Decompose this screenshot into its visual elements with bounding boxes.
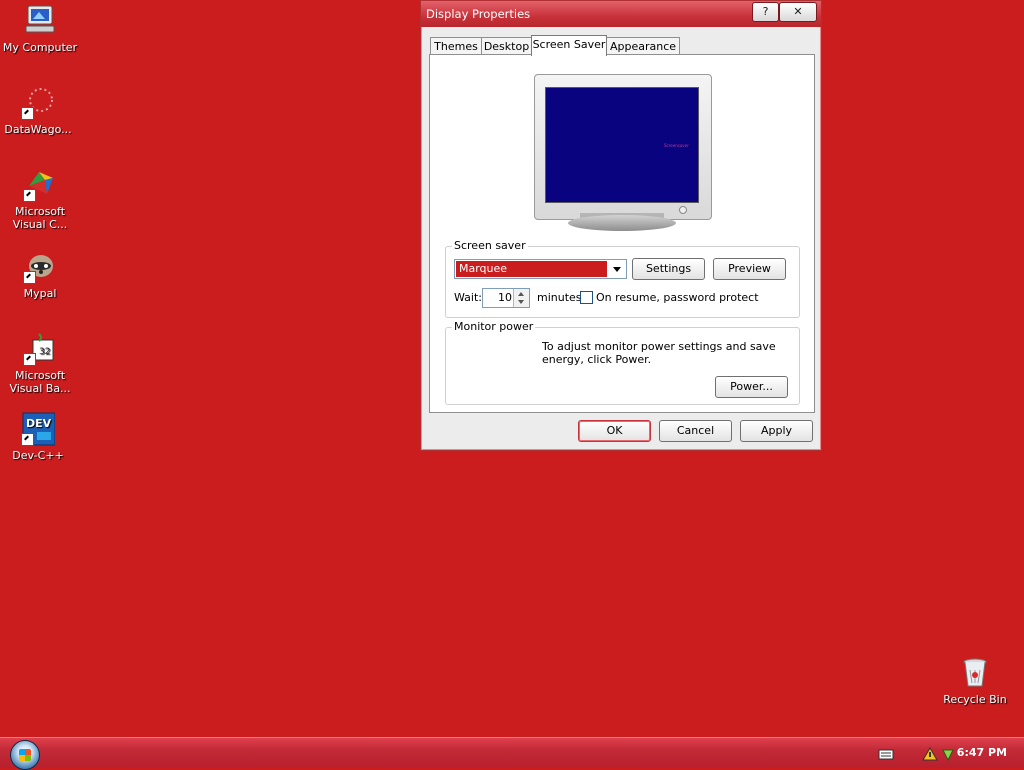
recycle-bin-icon: [958, 656, 992, 690]
screen-saver-panel: Screensaver Screen saver Marquee Setting…: [429, 54, 815, 413]
preview-button[interactable]: Preview: [713, 258, 786, 280]
apply-button[interactable]: Apply: [740, 420, 813, 442]
shortcut-arrow-icon: [21, 107, 34, 120]
svg-text:32: 32: [39, 347, 50, 357]
shortcut-arrow-icon: [21, 433, 34, 446]
tab-appearance[interactable]: Appearance: [606, 37, 680, 55]
desktop-icon-dev-cpp[interactable]: DEV Dev-C++: [0, 412, 76, 462]
desktop-icon-label: Dev-C++: [12, 449, 64, 462]
screen-saver-select[interactable]: Marquee: [454, 259, 627, 279]
desktop-icon-recycle-bin[interactable]: Recycle Bin: [937, 656, 1013, 706]
network-icon[interactable]: [922, 747, 938, 761]
screen-saver-legend: Screen saver: [452, 239, 528, 252]
tab-desktop[interactable]: Desktop: [481, 37, 532, 55]
monitor-power-description: To adjust monitor power settings and sav…: [542, 340, 776, 366]
password-protect-label[interactable]: On resume, password protect: [596, 291, 759, 304]
monitor-stand: [568, 215, 676, 231]
monitor-power-group: Monitor power To adjust monitor power se…: [445, 320, 800, 405]
taskbar: 6:47 PM: [0, 737, 1024, 770]
tab-screen-saver[interactable]: Screen Saver: [531, 35, 607, 56]
taskbar-clock[interactable]: 6:47 PM: [957, 746, 1007, 759]
desktop-icon-label: Microsoft Visual Ba...: [9, 369, 71, 395]
chevron-down-icon[interactable]: [608, 260, 626, 278]
wait-label: Wait:: [454, 291, 482, 304]
settings-button[interactable]: Settings: [632, 258, 705, 280]
desktop-icon-label: DataWago...: [4, 123, 72, 136]
desktop-icon-label: My Computer: [2, 41, 78, 54]
start-button[interactable]: [10, 740, 40, 770]
desktop-icon-label: Microsoft Visual C...: [12, 205, 68, 231]
dev-cpp-icon: DEV: [21, 412, 56, 446]
keyboard-icon[interactable]: [878, 747, 894, 761]
wait-minutes-value: 10: [498, 291, 512, 304]
svg-text:DEV: DEV: [26, 417, 52, 430]
desktop-icon-label: Mypal: [23, 287, 57, 300]
marquee-preview-text: Screensaver: [664, 143, 689, 148]
dialog-titlebar[interactable]: Display Properties ? ✕: [421, 1, 821, 27]
dialog-title: Display Properties: [426, 7, 531, 21]
password-protect-checkbox[interactable]: [580, 291, 593, 304]
mypal-raccoon-icon: [23, 250, 57, 284]
desktop-icon-mypal[interactable]: Mypal: [2, 250, 78, 300]
shortcut-arrow-icon: [23, 189, 36, 202]
desktop-icon-ms-visual-basic[interactable]: 32 Microsoft Visual Ba...: [2, 332, 78, 395]
screen-saver-selected-value: Marquee: [456, 261, 607, 277]
desktop-icon-label: Recycle Bin: [943, 693, 1007, 706]
shortcut-arrow-icon: [23, 271, 36, 284]
visual-cpp-icon: [23, 168, 57, 202]
minutes-label: minutes: [537, 291, 582, 304]
windows-logo-icon: [19, 749, 31, 761]
shortcut-arrow-icon: [23, 353, 36, 366]
display-properties-dialog: Display Properties ? ✕ Themes Desktop Sc…: [420, 0, 822, 451]
monitor-preview: Screensaver: [534, 74, 712, 220]
monitor-power-legend: Monitor power: [452, 320, 536, 333]
close-button[interactable]: ✕: [779, 2, 817, 22]
help-button[interactable]: ?: [752, 2, 779, 22]
my-computer-icon: [23, 4, 57, 38]
desktop-icon-datawagon[interactable]: DataWago...: [0, 86, 76, 136]
spinner-arrows-icon[interactable]: [513, 289, 529, 307]
screen-saver-group: Screen saver Marquee Settings Preview Wa…: [445, 239, 800, 318]
monitor-power-led-icon: [679, 206, 687, 214]
desktop-icon-my-computer[interactable]: My Computer: [2, 4, 78, 54]
power-button[interactable]: Power...: [715, 376, 788, 398]
visual-basic-icon: 32: [23, 332, 57, 366]
wait-minutes-spinner[interactable]: 10: [482, 288, 530, 308]
tab-themes[interactable]: Themes: [430, 37, 482, 55]
desktop-icon-ms-visual-c[interactable]: Microsoft Visual C...: [2, 168, 78, 231]
ok-button[interactable]: OK: [578, 420, 651, 442]
security-icon[interactable]: [940, 747, 956, 761]
datawagon-icon: [21, 86, 55, 120]
cancel-button[interactable]: Cancel: [659, 420, 732, 442]
preview-screen: Screensaver: [545, 87, 699, 203]
